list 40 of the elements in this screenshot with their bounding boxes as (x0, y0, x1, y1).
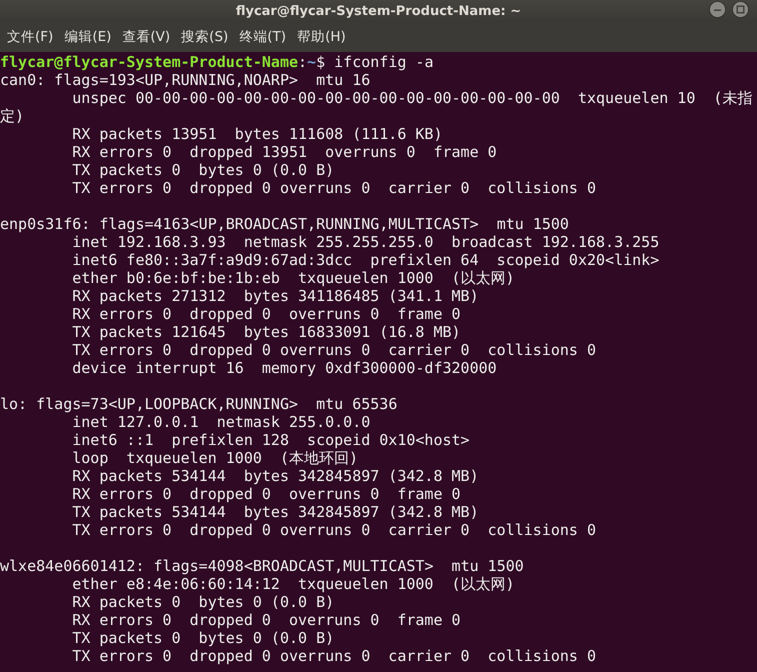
output-line: enp0s31f6: flags=4163<UP,BROADCAST,RUNNING,MULTICAST> mtu 1500 (0, 215, 569, 233)
output-line: TX packets 0 bytes 0 (0.0 B) (72, 161, 334, 179)
command-line: flycar@flycar-System-Product-Name:~$ ifconfig -a (0, 53, 434, 71)
output-line: lo: flags=73<UP,LOOPBACK,RUNNING> mtu 65536 (0, 395, 398, 413)
output-line: 定) (0, 107, 24, 125)
output-line: can0: flags=193<UP,RUNNING,NOARP> mtu 16 (0, 71, 370, 89)
output-line: TX errors 0 dropped 0 overruns 0 carrier 0 collisions 0 (72, 521, 596, 539)
menu-item[interactable]: 文件(F) (7, 28, 54, 46)
maximize-button[interactable] (732, 1, 749, 18)
output-line: TX errors 0 dropped 0 overruns 0 carrier 0 collisions 0 (72, 647, 596, 665)
output-line: TX packets 534144 bytes 342845897 (342.8 MB) (72, 503, 479, 521)
output-line: RX errors 0 dropped 13951 overruns 0 frame 0 (72, 143, 497, 161)
output-line: TX errors 0 dropped 0 overruns 0 carrier 0 collisions 0 (72, 179, 596, 197)
minimize-button[interactable] (709, 1, 726, 18)
output-line: TX packets 121645 bytes 16833091 (16.8 MB) (72, 323, 461, 341)
output-line: device interrupt 16 memory 0xdf300000-df320000 (72, 359, 497, 377)
output-line: loop txqueuelen 1000 (本地环回) (72, 449, 358, 467)
output-line: ether e8:4e:06:60:14:12 txqueuelen 1000 (以太网) (72, 575, 515, 593)
menu-item[interactable]: 查看(V) (122, 28, 170, 46)
output-line: RX packets 13951 bytes 111608 (111.6 KB) (72, 125, 442, 143)
output-line: RX packets 271312 bytes 341186485 (341.1 MB) (72, 287, 479, 305)
output-line: inet 127.0.0.1 netmask 255.0.0.0 (72, 413, 370, 431)
output-line: RX errors 0 dropped 0 overruns 0 frame 0 (72, 611, 461, 629)
output-line: RX errors 0 dropped 0 overruns 0 frame 0 (72, 305, 461, 323)
output-line: RX packets 0 bytes 0 (0.0 B) (72, 593, 334, 611)
output-line: inet6 ::1 prefixlen 128 scopeid 0x10<host> (72, 431, 470, 449)
output-line: unspec 00-00-00-00-00-00-00-00-00-00-00-00-00-00-00-00 txqueuelen 10 (未指 (72, 89, 752, 107)
menu-item[interactable]: 帮助(H) (297, 28, 346, 46)
output-line: RX packets 534144 bytes 342845897 (342.8 MB) (72, 467, 479, 485)
menu-item[interactable]: 编辑(E) (64, 28, 112, 46)
output-line: inet6 fe80::3a7f:a9d9:67ad:3dcc prefixlen 64 scopeid 0x20<link> (72, 251, 660, 269)
output-line: ether b0:6e:bf:be:1b:eb txqueuelen 1000 (以太网) (72, 269, 515, 287)
output-line: wlxe84e06601412: flags=4098<BROADCAST,MULTICAST> mtu 1500 (0, 557, 524, 575)
output-line: TX packets 0 bytes 0 (0.0 B) (72, 629, 334, 647)
output-line: inet 192.168.3.93 netmask 255.255.255.0 broadcast 192.168.3.255 (72, 233, 660, 251)
menu-item[interactable]: 搜索(S) (181, 28, 228, 46)
output-line: TX errors 0 dropped 0 overruns 0 carrier 0 collisions 0 (72, 341, 596, 359)
menu-item[interactable]: 终端(T) (239, 28, 286, 46)
window-title: flycar@flycar-System-Product-Name: ~ (236, 4, 522, 18)
output-line: RX errors 0 dropped 0 overruns 0 frame 0 (72, 485, 461, 503)
